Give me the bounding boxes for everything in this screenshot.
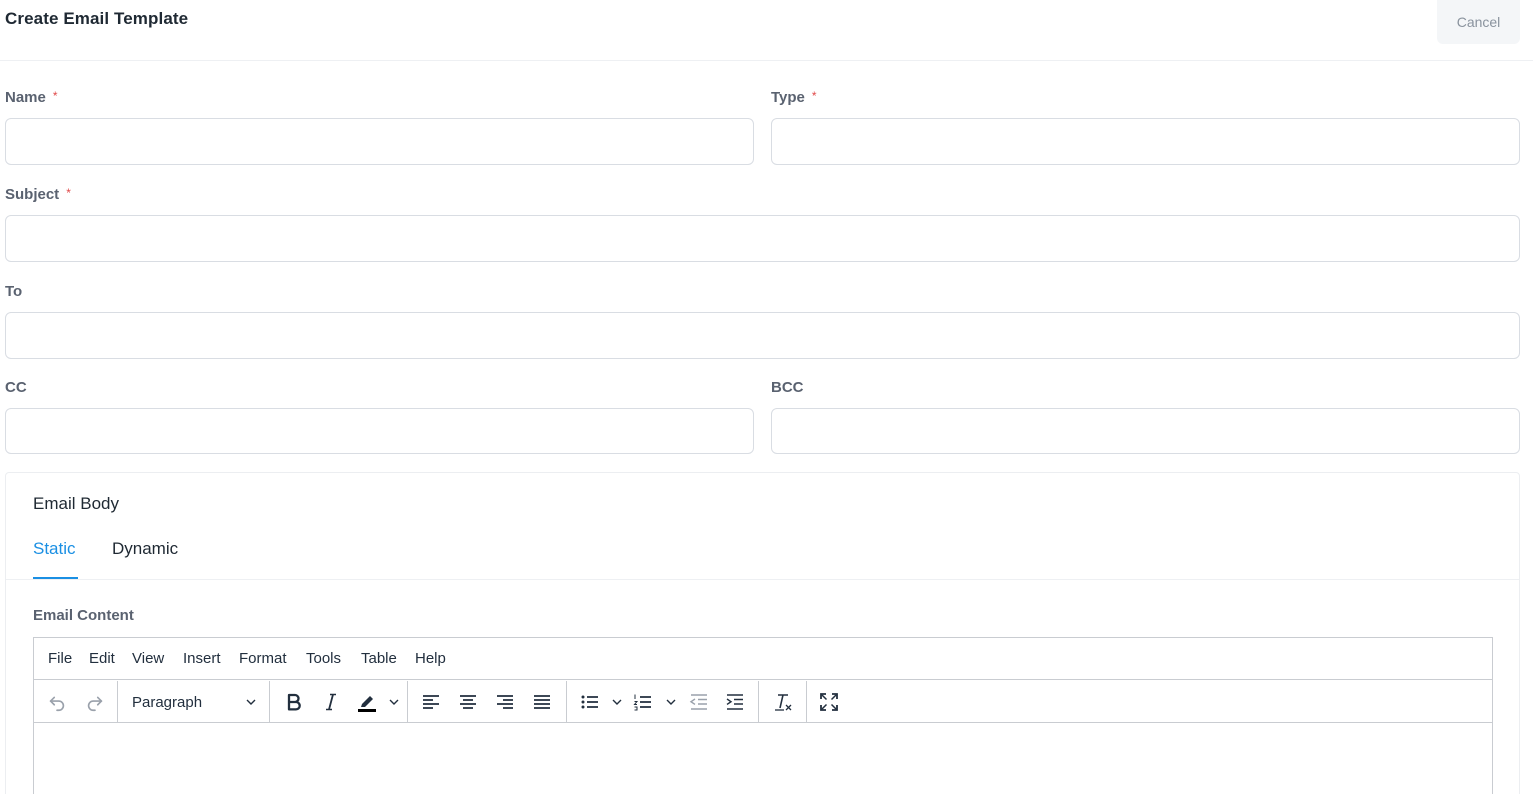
redo-icon — [87, 696, 103, 712]
tab-dynamic[interactable]: Dynamic — [112, 539, 178, 559]
undo-button[interactable] — [42, 687, 72, 717]
cc-label-text: CC — [5, 379, 27, 396]
fullscreen-icon — [820, 693, 838, 711]
subject-label-text: Subject — [5, 186, 60, 203]
menu-table[interactable]: Table — [361, 650, 397, 667]
bcc-input[interactable] — [771, 408, 1520, 454]
align-right-icon — [497, 695, 513, 709]
cc-label: CC — [5, 379, 27, 396]
cancel-button[interactable]: Cancel — [1437, 0, 1520, 44]
numbered-list-button[interactable] — [628, 687, 658, 717]
outdent-icon — [689, 694, 707, 710]
menu-format[interactable]: Format — [239, 650, 287, 667]
italic-icon — [326, 693, 336, 711]
email-body-card: Email Body Static Dynamic Email Content … — [5, 472, 1520, 794]
email-body-title: Email Body — [33, 494, 119, 513]
bullet-list-button[interactable] — [575, 687, 605, 717]
toolbar-separator — [269, 681, 270, 723]
align-justify-button[interactable] — [527, 687, 557, 717]
name-label: Name * — [5, 89, 58, 106]
bcc-label: BCC — [771, 379, 804, 396]
align-left-icon — [423, 695, 439, 709]
rich-text-editor: File Edit View Insert Format Tools Table… — [33, 637, 1493, 794]
editor-toolbar: Paragraph — [34, 681, 1492, 723]
editor-menubar: File Edit View Insert Format Tools Table… — [34, 638, 1492, 680]
page-title: Create Email Template — [5, 9, 189, 28]
chevron-down-icon[interactable] — [387, 695, 401, 709]
tab-divider — [6, 579, 1519, 580]
align-justify-icon — [534, 695, 550, 709]
numbered-list-icon — [633, 694, 651, 711]
subject-input[interactable] — [5, 215, 1520, 262]
page-header: Create Email Template Cancel — [0, 0, 1533, 61]
block-format-value: Paragraph — [132, 693, 203, 711]
bold-button[interactable] — [279, 687, 309, 717]
subject-label: Subject * — [5, 186, 71, 203]
align-center-icon — [460, 695, 476, 709]
menu-edit[interactable]: Edit — [89, 650, 115, 667]
indent-icon — [726, 694, 743, 710]
toolbar-separator — [566, 681, 567, 723]
menu-view[interactable]: View — [132, 650, 164, 667]
name-label-text: Name — [5, 89, 46, 106]
clear-formatting-button[interactable] — [768, 687, 798, 717]
type-label: Type * — [771, 89, 817, 106]
chevron-down-icon[interactable] — [664, 695, 678, 709]
to-label-text: To — [5, 283, 23, 300]
required-marker: * — [52, 89, 58, 103]
bullet-list-icon — [581, 695, 598, 709]
block-format-select[interactable]: Paragraph — [124, 687, 264, 717]
bold-icon — [287, 693, 301, 711]
menu-tools[interactable]: Tools — [306, 650, 341, 667]
clear-formatting-icon — [775, 694, 792, 711]
fullscreen-button[interactable] — [814, 687, 844, 717]
chevron-down-icon[interactable] — [610, 695, 624, 709]
bcc-label-text: BCC — [771, 379, 804, 396]
name-input[interactable] — [5, 118, 754, 165]
align-center-button[interactable] — [453, 687, 483, 717]
email-content-label: Email Content — [33, 607, 134, 624]
required-marker: * — [811, 89, 817, 103]
to-label: To — [5, 283, 22, 300]
indent-button[interactable] — [720, 687, 750, 717]
highlight-icon — [358, 696, 376, 712]
type-input[interactable] — [771, 118, 1520, 165]
menu-file[interactable]: File — [48, 650, 72, 667]
undo-icon — [49, 696, 65, 712]
tab-static[interactable]: Static — [33, 539, 76, 559]
cc-input[interactable] — [5, 408, 754, 454]
menu-help[interactable]: Help — [415, 650, 446, 667]
redo-button[interactable] — [80, 687, 110, 717]
required-marker: * — [66, 186, 71, 200]
toolbar-separator — [117, 681, 118, 723]
editor-content-area[interactable] — [34, 724, 1492, 794]
toolbar-separator — [407, 681, 408, 723]
type-label-text: Type — [771, 89, 805, 106]
align-left-button[interactable] — [416, 687, 446, 717]
toolbar-separator — [806, 681, 807, 723]
menu-insert[interactable]: Insert — [183, 650, 221, 667]
align-right-button[interactable] — [490, 687, 520, 717]
toolbar-separator — [758, 681, 759, 723]
outdent-button[interactable] — [684, 687, 714, 717]
chevron-down-icon — [244, 695, 258, 709]
highlight-button[interactable] — [352, 687, 382, 717]
italic-button[interactable] — [316, 687, 346, 717]
to-input[interactable] — [5, 312, 1520, 359]
